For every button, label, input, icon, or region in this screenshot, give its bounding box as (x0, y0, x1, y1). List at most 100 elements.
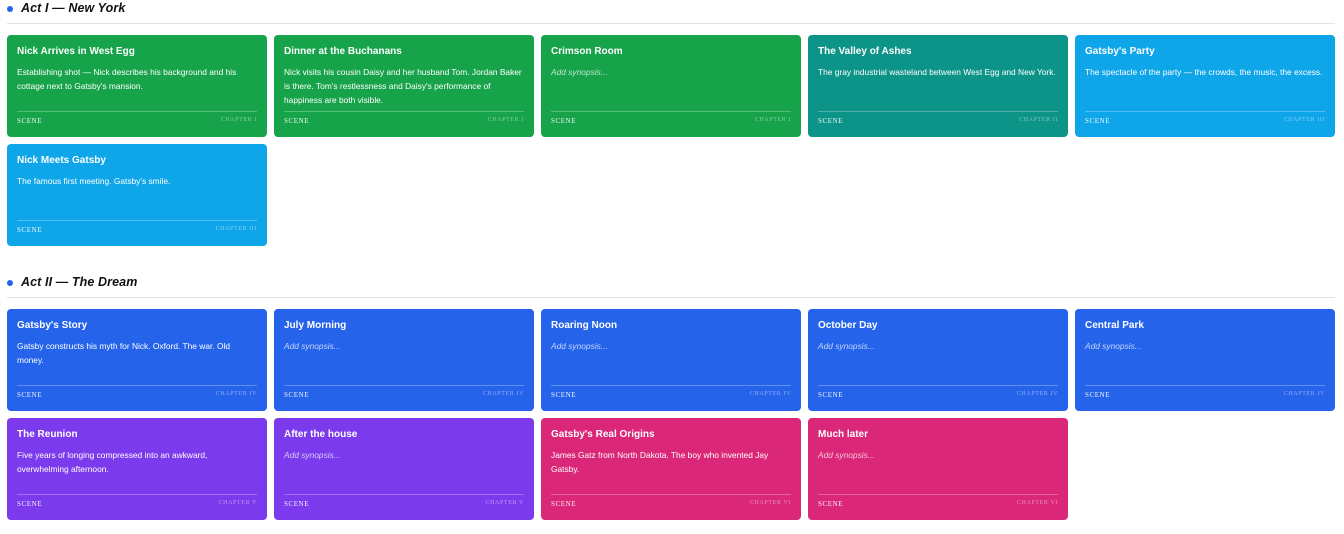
scene-card[interactable]: The Reunion Five years of longing compre… (7, 418, 267, 520)
card-title: July Morning (284, 320, 347, 331)
card-title: Central Park (1085, 320, 1144, 331)
scene-card[interactable]: Gatsby's Real Origins James Gatz from No… (541, 418, 801, 520)
card-synopsis-placeholder[interactable]: Add synopsis... (551, 65, 791, 79)
card-type-label: SCENE (284, 117, 310, 125)
card-divider (17, 111, 257, 112)
card-divider (551, 385, 791, 386)
act-divider (7, 297, 1335, 298)
card-type-label: SCENE (284, 391, 310, 399)
card-divider (1085, 385, 1325, 386)
act-divider (7, 23, 1335, 24)
scene-card[interactable]: July Morning Add synopsis... SCENE CHAPT… (274, 309, 534, 411)
card-chapter-label: CHAPTER IV (749, 391, 791, 397)
card-title: Nick Arrives in West Egg (17, 46, 135, 57)
scene-card[interactable]: Much later Add synopsis... SCENE CHAPTER… (808, 418, 1068, 520)
card-type-label: SCENE (17, 117, 43, 125)
card-chapter-label: CHAPTER IV (1283, 391, 1325, 397)
scene-card[interactable]: Nick Meets Gatsby The famous first meeti… (7, 144, 267, 246)
story-board: Act I — New York Nick Arrives in West Eg… (0, 0, 1344, 534)
card-synopsis[interactable]: Five years of longing compressed into an… (17, 448, 257, 476)
card-synopsis[interactable]: The famous first meeting. Gatsby's smile… (17, 174, 257, 188)
act-bullet-icon (7, 280, 13, 286)
card-type-label: SCENE (17, 226, 43, 234)
card-type-label: SCENE (818, 500, 844, 508)
card-title: October Day (818, 320, 878, 331)
card-synopsis-placeholder[interactable]: Add synopsis... (551, 339, 791, 353)
card-chapter-label: CHAPTER I (487, 117, 524, 123)
card-chapter-label: CHAPTER IV (1016, 391, 1058, 397)
act-title: Act I — New York (21, 1, 126, 15)
scene-card[interactable]: The Valley of Ashes The gray industrial … (808, 35, 1068, 137)
card-chapter-label: CHAPTER V (218, 500, 257, 506)
card-title: Gatsby's Story (17, 320, 88, 331)
card-type-label: SCENE (818, 391, 844, 399)
card-title: The Reunion (17, 429, 78, 440)
scene-card[interactable]: Crimson Room Add synopsis... SCENE CHAPT… (541, 35, 801, 137)
card-title: Gatsby's Real Origins (551, 429, 655, 440)
card-divider (284, 111, 524, 112)
scene-card[interactable]: Gatsby's Party The spectacle of the part… (1075, 35, 1335, 137)
card-divider (17, 494, 257, 495)
card-title: Nick Meets Gatsby (17, 155, 106, 166)
card-type-label: SCENE (17, 500, 43, 508)
scene-card[interactable]: Dinner at the Buchanans Nick visits his … (274, 35, 534, 137)
card-title: Roaring Noon (551, 320, 618, 331)
card-synopsis-placeholder[interactable]: Add synopsis... (284, 339, 524, 353)
card-synopsis[interactable]: The gray industrial wasteland between We… (818, 65, 1058, 79)
card-title: Gatsby's Party (1085, 46, 1155, 57)
card-chapter-label: CHAPTER VI (749, 500, 791, 506)
card-type-label: SCENE (551, 117, 577, 125)
card-type-label: SCENE (17, 391, 43, 399)
card-synopsis[interactable]: Nick visits his cousin Daisy and her hus… (284, 65, 524, 107)
card-synopsis-placeholder[interactable]: Add synopsis... (1085, 339, 1325, 353)
card-synopsis-placeholder[interactable]: Add synopsis... (818, 448, 1058, 462)
card-type-label: SCENE (818, 117, 844, 125)
card-title: Much later (818, 429, 869, 440)
card-chapter-label: CHAPTER I (754, 117, 791, 123)
scene-card[interactable]: October Day Add synopsis... SCENE CHAPTE… (808, 309, 1068, 411)
scene-card[interactable]: Gatsby's Story Gatsby constructs his myt… (7, 309, 267, 411)
card-chapter-label: CHAPTER VI (1016, 500, 1058, 506)
card-synopsis[interactable]: Gatsby constructs his myth for Nick. Oxf… (17, 339, 257, 367)
card-chapter-label: CHAPTER IV (215, 391, 257, 397)
card-chapter-label: CHAPTER I (220, 117, 257, 123)
act-header: Act I — New York (0, 1, 1344, 25)
card-chapter-label: CHAPTER III (1283, 117, 1325, 123)
card-synopsis[interactable]: James Gatz from North Dakota. The boy wh… (551, 448, 791, 476)
act-header: Act II — The Dream (0, 275, 1344, 299)
card-type-label: SCENE (1085, 391, 1111, 399)
card-type-label: SCENE (284, 500, 310, 508)
act-title: Act II — The Dream (21, 275, 138, 289)
card-type-label: SCENE (1085, 117, 1111, 125)
scene-card[interactable]: After the house Add synopsis... SCENE CH… (274, 418, 534, 520)
scene-card[interactable]: Central Park Add synopsis... SCENE CHAPT… (1075, 309, 1335, 411)
act-section: Act II — The Dream Gatsby's Story Gatsby… (0, 275, 1344, 520)
card-synopsis[interactable]: Establishing shot — Nick describes his b… (17, 65, 257, 93)
card-chapter-label: CHAPTER V (485, 500, 524, 506)
card-divider (818, 111, 1058, 112)
act-bullet-icon (7, 6, 13, 12)
card-divider (1085, 111, 1325, 112)
card-title: The Valley of Ashes (818, 46, 912, 57)
scene-card[interactable]: Roaring Noon Add synopsis... SCENE CHAPT… (541, 309, 801, 411)
card-synopsis-placeholder[interactable]: Add synopsis... (818, 339, 1058, 353)
card-divider (551, 494, 791, 495)
card-divider (818, 494, 1058, 495)
card-type-label: SCENE (551, 391, 577, 399)
card-divider (284, 494, 524, 495)
card-divider (284, 385, 524, 386)
card-divider (17, 385, 257, 386)
act-section: Act I — New York Nick Arrives in West Eg… (0, 1, 1344, 246)
scene-card[interactable]: Nick Arrives in West Egg Establishing sh… (7, 35, 267, 137)
card-chapter-label: CHAPTER II (1019, 117, 1058, 123)
card-synopsis[interactable]: The spectacle of the party — the crowds,… (1085, 65, 1325, 79)
card-chapter-label: CHAPTER III (215, 226, 257, 232)
card-divider (818, 385, 1058, 386)
card-synopsis-placeholder[interactable]: Add synopsis... (284, 448, 524, 462)
card-divider (551, 111, 791, 112)
card-title: After the house (284, 429, 358, 440)
card-type-label: SCENE (551, 500, 577, 508)
card-divider (17, 220, 257, 221)
card-chapter-label: CHAPTER IV (482, 391, 524, 397)
card-title: Dinner at the Buchanans (284, 46, 402, 57)
